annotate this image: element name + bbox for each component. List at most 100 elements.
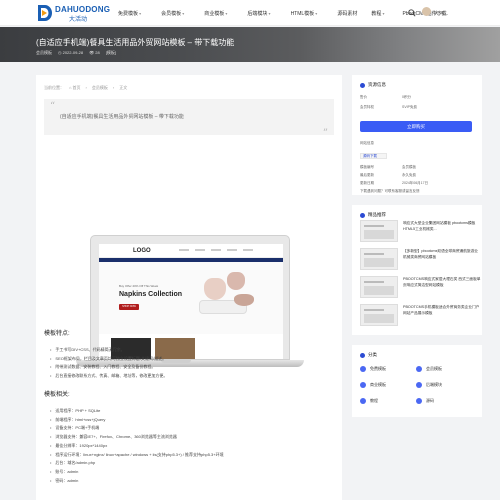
logo-subtext: 大活动 xyxy=(69,17,88,23)
preview-shop-button: SHOP NOW xyxy=(119,304,139,310)
category-icon xyxy=(360,382,366,388)
price-row: 售价 0积分 xyxy=(360,95,411,99)
nav-item[interactable]: 后端模块 xyxy=(247,10,270,17)
article-banner: (自适应手机端)餐具生活用品外贸网站模板 – 带下载功能 会员模板 ◷ 2022… xyxy=(0,27,500,62)
list-item: 设备支持：PC端+手机端 xyxy=(50,424,224,433)
category-grid: 免费模板 会员模板商业模板 后端模块教程 源码 xyxy=(360,366,472,404)
nav-item[interactable]: 商业模板 xyxy=(204,10,227,17)
nav-item[interactable]: 源码素材 xyxy=(337,10,357,17)
category-label: 教程 xyxy=(370,398,378,403)
main-content: 当前位置： ⌂ 首页 › 会员模板 › 正文 “ (自适应手机端)餐具生活用品外… xyxy=(36,75,342,500)
category-item[interactable]: 教程 xyxy=(360,398,416,404)
recommend-title[interactable]: PBOOTCMS手机模板适合外贸商务类企业门户网站产品展示模板 xyxy=(403,305,481,316)
search-icon[interactable] xyxy=(408,9,416,17)
recommend-item[interactable]: 响应式大型企业集团网站模板 pbootcms模板 HTML5工业机械类... xyxy=(360,220,476,242)
nav-item[interactable]: HTML模板 xyxy=(291,10,318,17)
category-icon xyxy=(360,366,366,372)
category-item[interactable]: 后端模块 xyxy=(416,382,472,388)
star-icon xyxy=(360,212,365,218)
preview-logo: LOGO xyxy=(133,248,151,254)
nav-item[interactable]: 教程 xyxy=(371,10,384,17)
list-item: SEO框架布局，栏目及文章页均可独立设置标题/关键词/描述。 xyxy=(50,355,167,364)
breadcrumb-prefix: 当前位置： xyxy=(44,85,64,90)
quote-close-icon: ” xyxy=(322,128,328,139)
meta-date: ◷ 2022-09-28 xyxy=(58,50,84,55)
recommend-item[interactable]: PBOOTCMS响应式家居大理石类 西式三面板单页响应式简洁型网站模板 xyxy=(360,276,480,298)
category-item[interactable]: 源码 xyxy=(416,398,472,404)
list-item: 程序运行环境：linux+nginx/ linux+apache / windo… xyxy=(50,451,223,460)
recommend-title[interactable]: 响应式大型企业集团网站模板 pbootcms模板 HTML5工业机械类... xyxy=(403,221,481,232)
list-item: 适用程序：PHP + SQLite xyxy=(50,407,224,416)
member-row: 会员特权 SVIP免费 xyxy=(360,105,417,109)
meta-tag[interactable]: [模板] xyxy=(106,50,116,56)
summary-quote: “ (自适应手机端)餐具生活用品外贸网站模板 – 带下载功能 ” xyxy=(44,99,334,139)
recommend-thumbnail[interactable] xyxy=(360,304,398,326)
list-item: 密码：admin xyxy=(50,477,224,486)
category-icon xyxy=(416,366,422,372)
info-row: 模板编号 会员模板 xyxy=(360,165,416,169)
category-label: 源码 xyxy=(426,398,434,403)
recommend-card: 精品推荐 响应式大型企业集团网站模板 pbootcms模板 HTML5工业机械类… xyxy=(352,205,482,335)
list-item: 后台：域名/admin.php xyxy=(50,459,224,468)
info-row: 最后更新 永久免费 xyxy=(360,173,416,177)
recommend-thumbnail[interactable] xyxy=(360,248,398,270)
list-item: 附带测试数据、安装教程、入门教程、安全及备份教程。 xyxy=(50,363,167,372)
category-item[interactable]: 商业模板 xyxy=(360,382,416,388)
preview-screen: LOGO Buy Offer 20% Off This Week Napkins… xyxy=(99,244,283,359)
tag-icon xyxy=(360,352,365,358)
meta-author[interactable]: 会员模板 xyxy=(36,50,52,56)
nav-item[interactable]: 免费模板 xyxy=(118,10,141,17)
recommend-thumbnail[interactable] xyxy=(360,276,398,298)
logo-text: DAHUODONG xyxy=(55,5,111,14)
resource-card: 资源信息 售价 0积分 会员特权 SVIP免费 立即购买 网站信息 源码下载 模… xyxy=(352,75,482,195)
avatar[interactable] xyxy=(422,7,431,16)
info-row: 更新日期 2024年06月17日 xyxy=(360,181,429,185)
category-icon xyxy=(360,398,366,404)
main-nav: 免费模板会员模板商业模板后端模块HTML模板源码素材教程PbootCMS插件下载 xyxy=(118,10,447,17)
recommend-title[interactable]: 【多新型】pbootcms双语全球商贸通航旅游业机械类商贸网站模板 xyxy=(403,249,481,260)
params-list: 适用程序：PHP + SQLite前端程序：html+css+jQuery设备支… xyxy=(50,407,224,486)
site-info-label: 网站信息 xyxy=(360,141,374,145)
recommend-item[interactable]: PBOOTCMS手机模板适合外贸商务类企业门户网站产品展示模板 xyxy=(360,304,479,326)
category-label: 会员模板 xyxy=(426,366,442,371)
username[interactable]: 大河... xyxy=(434,10,448,17)
article-meta: 会员模板 ◷ 2022-09-28 👁 28 [模板] xyxy=(36,50,116,56)
category-icon xyxy=(416,398,422,404)
category-label: 免费模板 xyxy=(370,366,386,371)
breadcrumb-category[interactable]: 会员模板 xyxy=(92,85,108,91)
page-title: (自适应手机端)餐具生活用品外贸网站模板 – 带下载功能 xyxy=(36,38,235,47)
buy-now-button[interactable]: 立即购买 xyxy=(360,121,472,132)
features-heading: 模板特点: xyxy=(44,331,70,337)
category-card: 分类 免费模板 会员模板商业模板 后端模块教程 源码 xyxy=(352,345,482,417)
recommend-thumbnail[interactable] xyxy=(360,220,398,242)
category-card-title: 分类 xyxy=(360,352,377,358)
list-item: 最佳分辨率：1920px*1440px xyxy=(50,442,224,451)
recommend-card-title: 精品推荐 xyxy=(360,212,386,218)
download-tag[interactable]: 源码下载 xyxy=(360,153,387,159)
preview-offer: Buy Offer 20% Off This Week xyxy=(119,284,159,288)
list-item: 后台直接修改联系方式、传真、邮箱、地址等，修改更加方便。 xyxy=(50,372,167,381)
category-item[interactable]: 会员模板 xyxy=(416,366,472,372)
nav-item[interactable]: 会员模板 xyxy=(161,10,184,17)
category-label: 商业模板 xyxy=(370,382,386,387)
breadcrumb-current: 正文 xyxy=(119,85,128,90)
meta-views: 👁 28 xyxy=(89,50,100,55)
logo-mark-icon xyxy=(38,5,52,21)
resource-card-title: 资源信息 xyxy=(360,82,386,88)
list-item: 浏览器支持：兼容IE7+、Firefox、Chrome、360浏览器等主流浏览器 xyxy=(50,433,224,442)
info-icon xyxy=(360,82,365,88)
category-item[interactable]: 免费模板 xyxy=(360,366,416,372)
recommend-item[interactable]: 【多新型】pbootcms双语全球商贸通航旅游业机械类商贸网站模板 xyxy=(360,248,478,270)
list-item: 账号：admin xyxy=(50,468,224,477)
help-note: 下载遇到问题？可联系客服或留言反馈 xyxy=(360,189,420,193)
quote-open-icon: “ xyxy=(50,101,56,112)
recommend-title[interactable]: PBOOTCMS响应式家居大理石类 西式三面板单页响应式简洁型网站模板 xyxy=(403,277,481,288)
preview-headline: Napkins Collection xyxy=(119,291,183,298)
params-heading: 模板相关: xyxy=(44,392,70,398)
site-logo[interactable]: DAHUODONG 大活动 xyxy=(36,4,110,23)
breadcrumb: 当前位置： ⌂ 首页 › 会员模板 › 正文 xyxy=(44,85,128,91)
category-icon xyxy=(416,382,422,388)
breadcrumb-home[interactable]: ⌂ 首页 xyxy=(69,85,81,91)
features-list: 手工书写DIV+CSS、代码精简无冗余。SEO框架布局，栏目及文章页均可独立设置… xyxy=(50,346,167,381)
cup-image xyxy=(204,278,226,300)
